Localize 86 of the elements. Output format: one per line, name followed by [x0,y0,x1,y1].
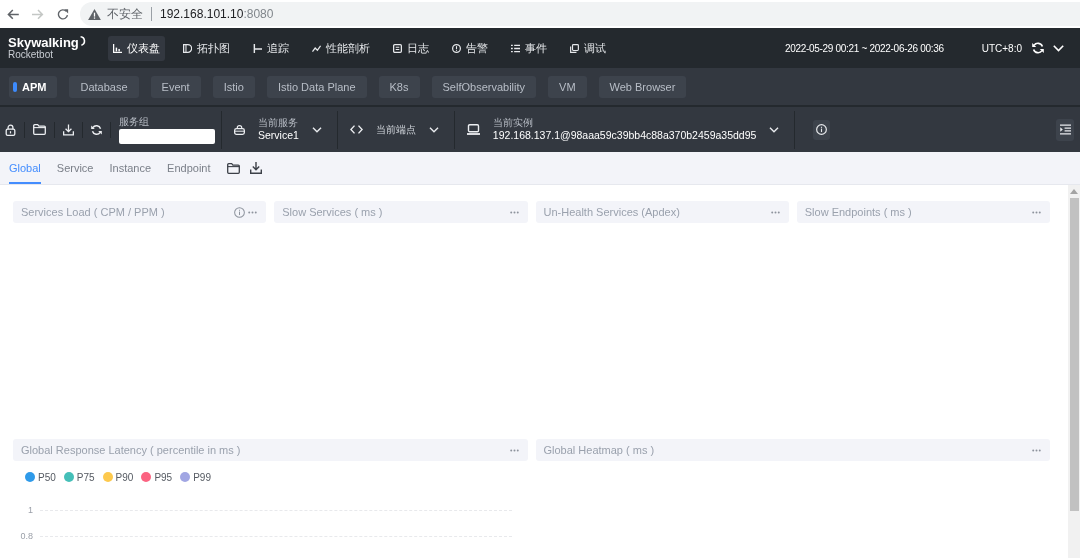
url-text[interactable]: 192.168.101.10:8080 [160,7,274,21]
legend-dot-icon[interactable] [102,472,113,482]
lock-icon[interactable] [5,123,16,136]
more-icon[interactable] [248,210,258,214]
nav-tab[interactable]: 拓扑图 [178,35,235,61]
legend-dot-icon[interactable] [180,472,191,482]
nav-tab[interactable]: 调试 [565,35,611,61]
field-label: 服务组 [119,115,150,128]
legend-label[interactable]: P50 [38,471,56,483]
y-axis-label: 0.8 [19,531,33,541]
nav-tab[interactable]: 告警 [447,35,493,61]
branch-icon [253,43,262,53]
nav-tab[interactable]: 事件 [506,35,552,61]
warning-icon [88,8,101,20]
more-icon[interactable] [770,210,780,214]
indent-icon [1059,124,1071,135]
layer-tab[interactable]: APM [9,75,58,98]
info-button[interactable] [813,119,831,140]
dashboard-tab[interactable]: Endpoint [167,152,211,184]
folder-icon[interactable] [226,162,240,174]
selector-label: 当前端点 [375,123,416,136]
widget-title: Global Heatmap ( ms ) [543,444,656,456]
chevron-down-icon[interactable] [769,126,780,133]
more-icon[interactable] [1032,210,1041,214]
selector-value[interactable]: 192.168.137.1@98aaa59c39bb4c88a370b2459a35dd95 [492,129,757,142]
chart-icon [113,43,122,53]
widget-title: Slow Endpoints ( ms ) [804,206,913,218]
layer-tab[interactable]: SelfObservability [431,75,537,98]
legend-dot-icon[interactable] [141,472,152,482]
chevron-down-icon[interactable] [311,126,322,133]
logo-text: Skywalking [8,36,79,49]
rounded-box-icon [183,43,192,53]
layer-tab[interactable]: Istio Data Plane [266,75,367,98]
layer-tab[interactable]: Web Browser [598,75,687,98]
legend-label[interactable]: P95 [154,471,173,483]
dashboard-tab[interactable]: Service [56,152,94,184]
layer-tab[interactable]: VM [548,75,587,98]
layer-tab[interactable]: Istio [212,75,255,98]
y-axis-label: 1 [27,505,33,515]
list-icon [511,43,520,53]
more-icon[interactable] [509,448,519,452]
more-icon[interactable] [1032,448,1041,452]
layer-tab[interactable]: K8s [378,75,420,98]
scrollbar-thumb[interactable] [1069,198,1079,511]
nav-tab[interactable]: 性能剖析 [307,35,375,61]
active-indicator-icon [13,81,17,92]
layer-tab[interactable]: Event [150,75,201,98]
service-group-field[interactable] [119,128,215,144]
legend-dot-icon[interactable] [25,472,35,482]
security-label: 不安全 [107,5,143,23]
selector-value[interactable]: Service1 [258,129,299,142]
time-range[interactable]: 2022-05-29 00:21 ~ 2022-06-26 00:36 [784,42,944,54]
logo-swirl-icon [79,36,86,46]
widget-title: Services Load ( CPM / PPM ) [21,206,166,218]
timezone-label: UTC+8:0 [981,42,1022,54]
legend-label[interactable]: P90 [115,471,134,483]
info-icon [816,124,828,135]
address-bar[interactable]: 不安全 192.168.101.10:8080 [80,2,1080,26]
document-icon [393,43,402,53]
legend-dot-icon[interactable] [63,472,74,482]
chevron-down-icon[interactable] [428,126,439,133]
alert-icon [452,43,461,53]
selector-label: 当前实例 [492,117,534,129]
download-icon[interactable] [249,162,262,174]
widget-title: Un-Health Services (Apdex) [543,206,681,218]
code-icon [349,124,363,135]
layer-tab[interactable]: Database [69,75,139,98]
logo-subtitle: Rocketbot [8,50,54,60]
copy-icon [570,43,579,53]
legend-label[interactable]: P75 [76,471,95,483]
laptop-icon [466,124,480,135]
widget-title: Global Response Latency ( percentile in ms ) [21,444,242,456]
back-arrow-icon[interactable] [7,8,19,20]
selector-label: 当前服务 [258,117,299,129]
dashboard-tab[interactable]: Instance [109,152,152,184]
widget-title: Slow Services ( ms ) [282,206,384,218]
bag-icon [234,123,245,136]
more-icon[interactable] [509,210,519,214]
refresh-icon[interactable] [57,8,69,20]
nav-tab[interactable]: 仪表盘 [108,35,165,61]
download-icon[interactable] [63,123,74,136]
nav-tab[interactable]: 日志 [388,35,434,61]
collapse-button[interactable] [1056,118,1074,141]
trend-line-icon [312,43,321,53]
nav-tab[interactable]: 追踪 [248,35,294,61]
legend-label[interactable]: P99 [193,471,211,483]
